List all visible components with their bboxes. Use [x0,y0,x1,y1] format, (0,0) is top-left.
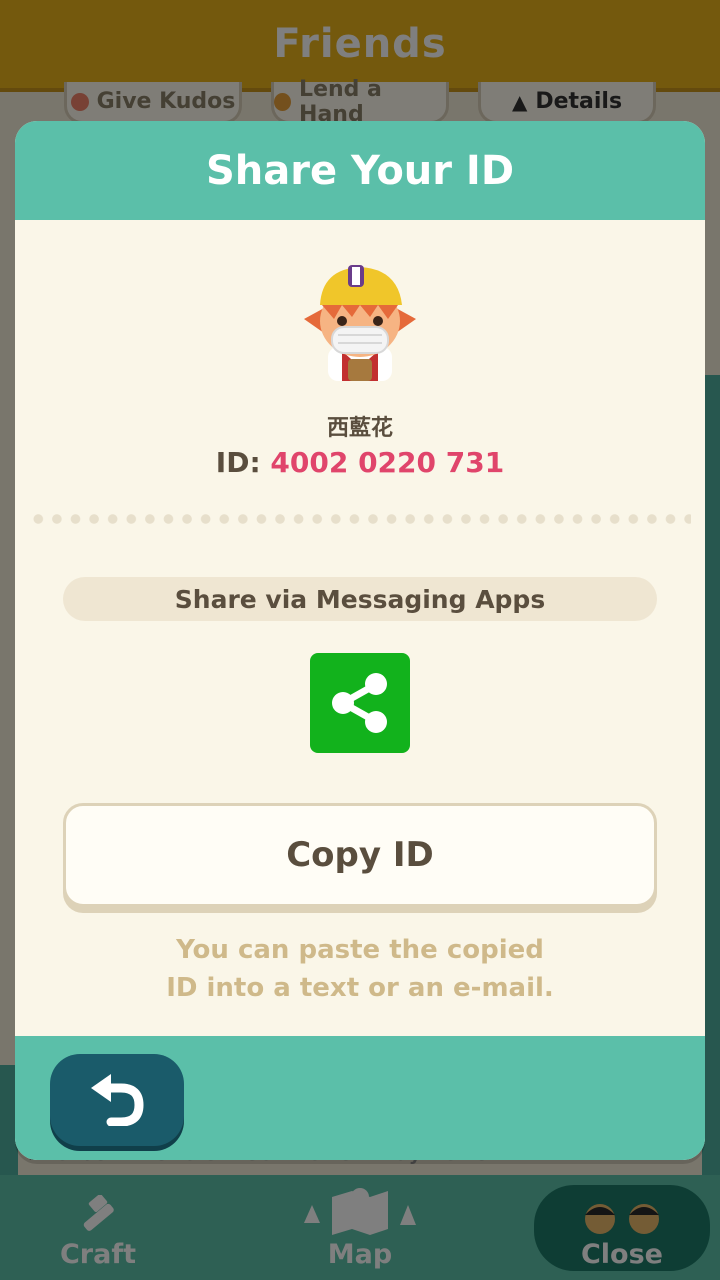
copy-id-button[interactable]: Copy ID [63,803,657,907]
player-avatar [304,265,416,381]
dotted-divider [29,514,691,524]
modal-body: 西藍花 ID: 4002 0220 731 Share via Messagin… [15,220,705,1036]
modal-header: Share Your ID [15,121,705,220]
share-icon [332,673,387,733]
player-id-value: 4002 0220 731 [270,446,505,479]
copy-hint-line-2: ID into a text or an e-mail. [166,973,554,1003]
back-arrow-icon [91,1074,144,1126]
modal-title: Share Your ID [205,147,515,194]
copy-hint-line-1: You can paste the copied [176,935,544,965]
back-button[interactable] [50,1054,184,1146]
share-button[interactable] [310,653,410,753]
player-name: 西藍花 [326,416,393,441]
id-prefix: ID: [215,446,271,479]
share-id-modal: Share Your ID 西藍花 ID: 4002 0220 731 Shar… [15,121,705,1160]
copy-hint: You can paste the copied ID into a text … [15,931,705,1007]
modal-footer [15,1036,705,1160]
player-id-line: ID: 4002 0220 731 [15,446,705,479]
share-via-label: Share via Messaging Apps [63,577,657,621]
